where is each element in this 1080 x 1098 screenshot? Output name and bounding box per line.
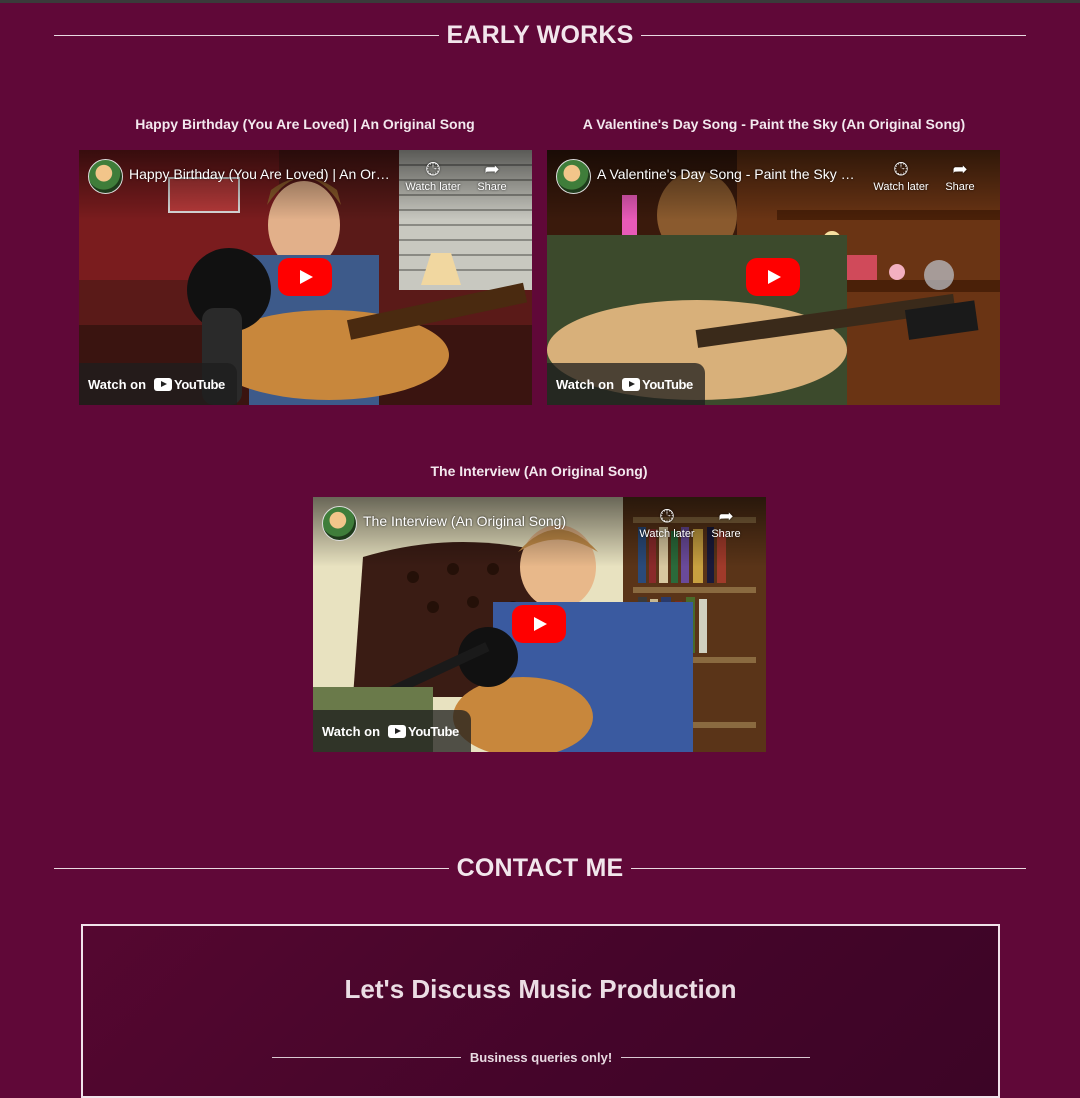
watch-later-label: Watch later (405, 181, 461, 193)
watch-on-youtube-button[interactable]: Watch on YouTube (313, 710, 471, 752)
video-caption-valentines: A Valentine's Day Song - Paint the Sky (… (582, 116, 966, 132)
youtube-logo: YouTube (388, 724, 459, 739)
watch-on-label: Watch on (322, 723, 381, 739)
play-button[interactable] (746, 258, 800, 296)
share-label: Share (477, 181, 507, 193)
early-works-title: EARLY WORKS (446, 20, 634, 49)
video-player-happy-birthday[interactable]: Happy Birthday (You Are Loved) | An Orig… (79, 150, 532, 405)
watch-later-button[interactable]: 🕒︎ Watch later (869, 159, 933, 193)
contact-form-panel: Let's Discuss Music Production Business … (81, 924, 1000, 1098)
video-player-interview[interactable]: The Interview (An Original Song) 🕒︎ Watc… (313, 497, 766, 752)
contact-me-heading: CONTACT ME (54, 848, 1027, 888)
player-title[interactable]: Happy Birthday (You Are Loved) | An Orig… (129, 166, 391, 182)
video-caption-interview: The Interview (An Original Song) (430, 463, 648, 479)
watch-later-label: Watch later (873, 181, 929, 193)
watch-later-button[interactable]: 🕒︎ Watch later (401, 159, 465, 193)
youtube-play-icon (154, 377, 173, 391)
play-button[interactable] (278, 258, 332, 296)
heading-rule-left (54, 867, 449, 869)
watch-on-youtube-button[interactable]: Watch on YouTube (79, 363, 237, 405)
watch-on-label: Watch on (88, 376, 147, 392)
share-arrow-icon: ➦ (484, 159, 500, 179)
youtube-play-icon (388, 724, 407, 738)
share-label: Share (945, 181, 975, 193)
youtube-play-icon (622, 377, 641, 391)
contact-subtitle: Business queries only! (272, 1050, 811, 1065)
play-button[interactable] (512, 605, 566, 643)
youtube-wordmark: YouTube (408, 723, 459, 739)
channel-avatar[interactable] (556, 159, 591, 194)
business-queries-label: Business queries only! (469, 1050, 613, 1065)
channel-avatar[interactable] (88, 159, 123, 194)
player-title[interactable]: A Valentine's Day Song - Paint the Sky (… (597, 166, 859, 182)
watch-on-youtube-button[interactable]: Watch on YouTube (547, 363, 705, 405)
clock-icon: 🕒︎ (425, 159, 441, 179)
clock-icon: 🕒︎ (659, 506, 675, 526)
early-works-heading: EARLY WORKS (54, 15, 1026, 55)
watch-later-label: Watch later (639, 528, 695, 540)
watch-later-button[interactable]: 🕒︎ Watch later (635, 506, 699, 540)
share-arrow-icon: ➦ (952, 159, 968, 179)
window-top-border (0, 0, 1080, 3)
video-player-valentines[interactable]: A Valentine's Day Song - Paint the Sky (… (547, 150, 1000, 405)
youtube-logo: YouTube (622, 377, 693, 392)
share-button[interactable]: ➦ Share (930, 159, 990, 193)
video-caption-happy-birthday: Happy Birthday (You Are Loved) | An Orig… (135, 116, 475, 132)
contact-me-title: CONTACT ME (456, 853, 624, 882)
youtube-logo: YouTube (154, 377, 225, 392)
watch-on-label: Watch on (556, 376, 615, 392)
youtube-wordmark: YouTube (174, 376, 225, 392)
heading-rule-left (54, 34, 439, 36)
heading-rule-right (631, 867, 1027, 869)
share-arrow-icon: ➦ (718, 506, 734, 526)
share-label: Share (711, 528, 741, 540)
subtitle-rule-right (621, 1057, 811, 1058)
channel-avatar[interactable] (322, 506, 357, 541)
youtube-wordmark: YouTube (642, 376, 693, 392)
player-title[interactable]: The Interview (An Original Song) (363, 513, 625, 529)
share-button[interactable]: ➦ Share (696, 506, 756, 540)
share-button[interactable]: ➦ Share (462, 159, 522, 193)
heading-rule-right (641, 34, 1026, 36)
subtitle-rule-left (272, 1057, 461, 1058)
clock-icon: 🕒︎ (893, 159, 909, 179)
contact-panel-title: Let's Discuss Music Production (344, 974, 737, 1004)
